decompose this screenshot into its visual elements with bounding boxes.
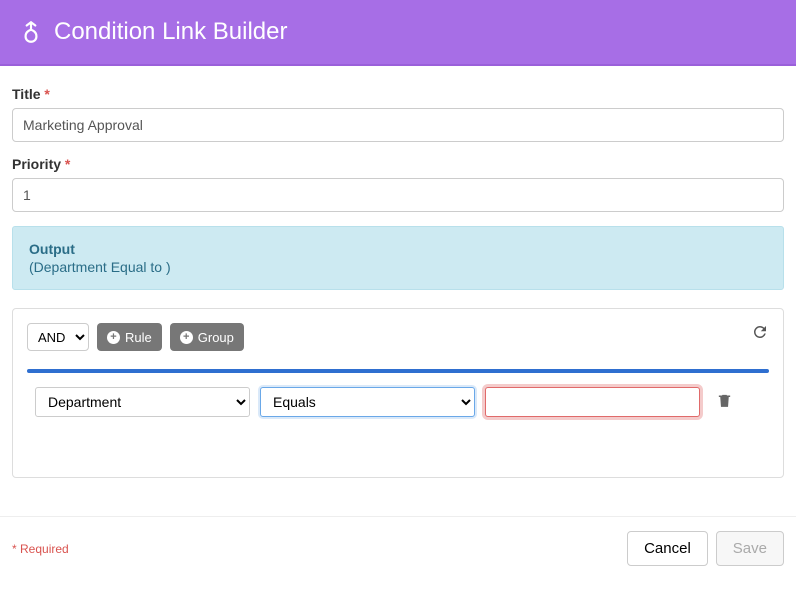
rule-builder-panel: AND + Rule + Group Department Equals (12, 308, 784, 478)
required-note: * Required (12, 542, 69, 556)
refresh-icon[interactable] (751, 323, 769, 344)
rule-field-select[interactable]: Department (35, 387, 250, 417)
rule-divider (27, 369, 769, 373)
required-star-icon: * (44, 86, 49, 102)
output-expression: (Department Equal to ) (29, 259, 767, 275)
trash-icon[interactable] (716, 392, 733, 412)
output-heading: Output (29, 241, 767, 257)
add-group-button[interactable]: + Group (170, 323, 244, 351)
workflow-icon (18, 19, 44, 45)
logic-select[interactable]: AND (27, 323, 89, 351)
rule-toolbar: AND + Rule + Group (27, 323, 769, 351)
required-star-icon: * (12, 542, 17, 556)
add-group-label: Group (198, 330, 234, 345)
title-label-text: Title (12, 86, 41, 102)
rule-value-input[interactable] (485, 387, 700, 417)
priority-input[interactable] (12, 178, 784, 212)
required-note-text: Required (20, 542, 69, 556)
modal-footer: * Required Cancel Save (0, 516, 796, 576)
priority-label: Priority * (12, 156, 784, 172)
plus-circle-icon: + (107, 331, 120, 344)
title-input[interactable] (12, 108, 784, 142)
modal-title: Condition Link Builder (54, 18, 287, 46)
cancel-button[interactable]: Cancel (627, 531, 708, 566)
add-rule-label: Rule (125, 330, 152, 345)
priority-label-text: Priority (12, 156, 61, 172)
modal-body: Title * Priority * Output (Department Eq… (0, 66, 796, 488)
add-rule-button[interactable]: + Rule (97, 323, 162, 351)
priority-field-group: Priority * (12, 156, 784, 212)
plus-circle-icon: + (180, 331, 193, 344)
modal-header: Condition Link Builder (0, 0, 796, 66)
title-label: Title * (12, 86, 784, 102)
rule-operator-select[interactable]: Equals (260, 387, 475, 417)
required-star-icon: * (65, 156, 70, 172)
save-button[interactable]: Save (716, 531, 784, 566)
title-field-group: Title * (12, 86, 784, 142)
rule-row: Department Equals (27, 387, 769, 417)
footer-actions: Cancel Save (627, 531, 784, 566)
output-panel: Output (Department Equal to ) (12, 226, 784, 290)
